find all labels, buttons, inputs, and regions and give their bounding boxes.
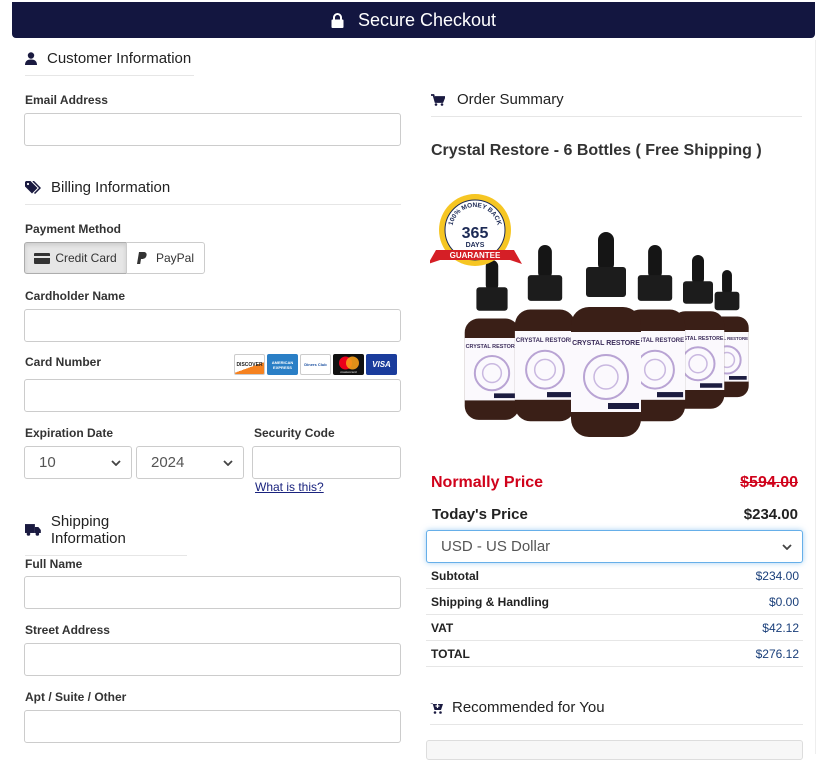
- badge-number: 365: [462, 225, 489, 242]
- shipping-information-heading: Shipping Information: [25, 513, 187, 556]
- credit-card-icon: [34, 252, 51, 264]
- street-address-label: Street Address: [25, 623, 110, 637]
- security-code-input[interactable]: [252, 446, 401, 479]
- vat-row: VAT $42.12: [426, 615, 803, 641]
- currency-select[interactable]: USD - US Dollar: [426, 530, 803, 563]
- amex-logo: AMERICAN EXPRESS: [267, 354, 298, 375]
- card-number-label: Card Number: [25, 355, 102, 369]
- bottle: CRYSTAL RESTORE: [514, 245, 576, 422]
- truck-icon: [25, 524, 41, 536]
- chevron-down-icon: [111, 459, 121, 466]
- tags-icon: [25, 181, 41, 194]
- apt-suite-input[interactable]: [24, 710, 401, 743]
- mastercard-logo: mastercard: [333, 354, 364, 375]
- user-icon: [25, 52, 37, 65]
- normally-price-label: Normally Price: [431, 474, 544, 491]
- full-name-input[interactable]: [24, 576, 401, 609]
- bottle-brand-label: CRYSTAL RESTORE: [516, 338, 574, 344]
- bottle: CRYSTAL RESTORE: [571, 232, 641, 437]
- apt-suite-label: Apt / Suite / Other: [25, 690, 127, 704]
- paypal-icon: [136, 252, 147, 264]
- guarantee-badge: 100% MONEY BACK365DAYSGUARANTEE: [430, 194, 522, 266]
- cart-plus-icon: [430, 702, 443, 714]
- cardholder-name-input[interactable]: [24, 309, 401, 342]
- expiration-date-label: Expiration Date: [25, 426, 114, 440]
- recommended-product-card[interactable]: [426, 740, 803, 760]
- order-summary-heading: Order Summary: [431, 91, 802, 117]
- shipping-row: Shipping & Handling $0.00: [426, 589, 803, 615]
- what-is-this-link[interactable]: What is this?: [255, 480, 324, 494]
- todays-price-value: $234.00: [743, 506, 798, 523]
- shopping-cart-icon: [431, 93, 445, 106]
- card-brand-logos: DISCOVER AMERICAN EXPRESS Diners Club ma…: [234, 354, 397, 375]
- visa-logo: VISA: [366, 354, 397, 375]
- expiration-year-select[interactable]: 2024: [136, 446, 244, 479]
- payment-method-label: Payment Method: [25, 222, 122, 236]
- bottle-brand-label: CRYSTAL RESTORE: [572, 340, 640, 347]
- bottle-brand-label: CRYSTAL RESTORE: [466, 344, 519, 350]
- expiration-month-select[interactable]: 10: [24, 446, 132, 479]
- order-totals-table: Subtotal $234.00 Shipping & Handling $0.00…: [426, 563, 803, 667]
- cardholder-name-label: Cardholder Name: [25, 289, 126, 303]
- product-name: Crystal Restore - 6 Bottles ( Free Shipp…: [431, 142, 762, 159]
- full-name-label: Full Name: [25, 557, 83, 571]
- subtotal-row: Subtotal $234.00: [426, 563, 803, 589]
- recommended-heading: Recommended for You: [430, 699, 803, 725]
- badge-ribbon: GUARANTEE: [450, 251, 501, 260]
- credit-card-button[interactable]: Credit Card: [24, 242, 127, 274]
- todays-price-label: Today's Price: [432, 506, 528, 523]
- normally-price-value: $594.00: [740, 474, 798, 491]
- security-code-label: Security Code: [254, 426, 335, 440]
- bottle: CRYSTAL RESTORE: [464, 260, 520, 420]
- email-input[interactable]: [24, 113, 401, 146]
- customer-information-heading: Customer Information: [25, 50, 194, 76]
- email-label: Email Address: [25, 93, 108, 107]
- product-image: CRYSTAL RESTORECRYSTAL RESTORECRYSTAL RE…: [430, 194, 749, 437]
- lock-icon: [331, 12, 344, 28]
- chevron-down-icon: [782, 543, 792, 550]
- page-edge: [815, 40, 816, 754]
- card-number-input[interactable]: [24, 379, 401, 412]
- paypal-button[interactable]: PayPal: [126, 242, 205, 274]
- diners-club-logo: Diners Club: [300, 354, 331, 375]
- secure-checkout-header: Secure Checkout: [12, 2, 815, 38]
- billing-information-heading: Billing Information: [25, 179, 401, 205]
- total-row: TOTAL $276.12: [426, 641, 803, 667]
- chevron-down-icon: [223, 459, 233, 466]
- street-address-input[interactable]: [24, 643, 401, 676]
- header-title: Secure Checkout: [357, 9, 497, 30]
- badge-days: DAYS: [466, 242, 485, 249]
- discover-logo: DISCOVER: [234, 354, 265, 375]
